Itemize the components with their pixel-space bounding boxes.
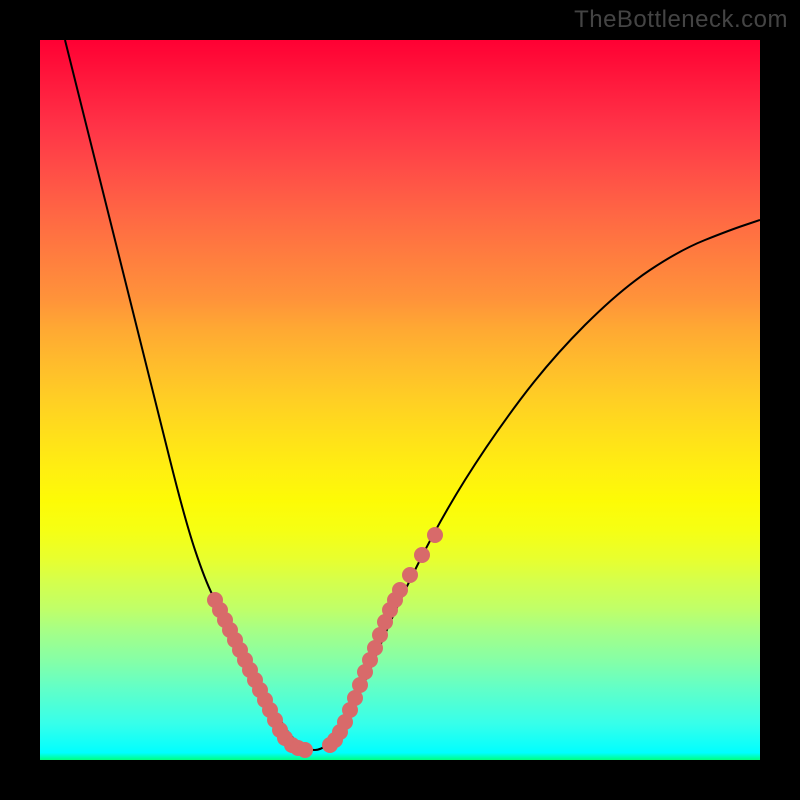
watermark-text: TheBottleneck.com (574, 6, 788, 34)
data-dot (427, 527, 443, 543)
data-dot (414, 547, 430, 563)
curve-svg (40, 40, 760, 760)
data-dot (402, 567, 418, 583)
chart-frame: TheBottleneck.com (0, 0, 800, 800)
data-dot (392, 582, 408, 598)
curve-path (65, 40, 760, 750)
svg-content (65, 40, 760, 758)
plot-area (40, 40, 760, 760)
data-dot (297, 742, 313, 758)
